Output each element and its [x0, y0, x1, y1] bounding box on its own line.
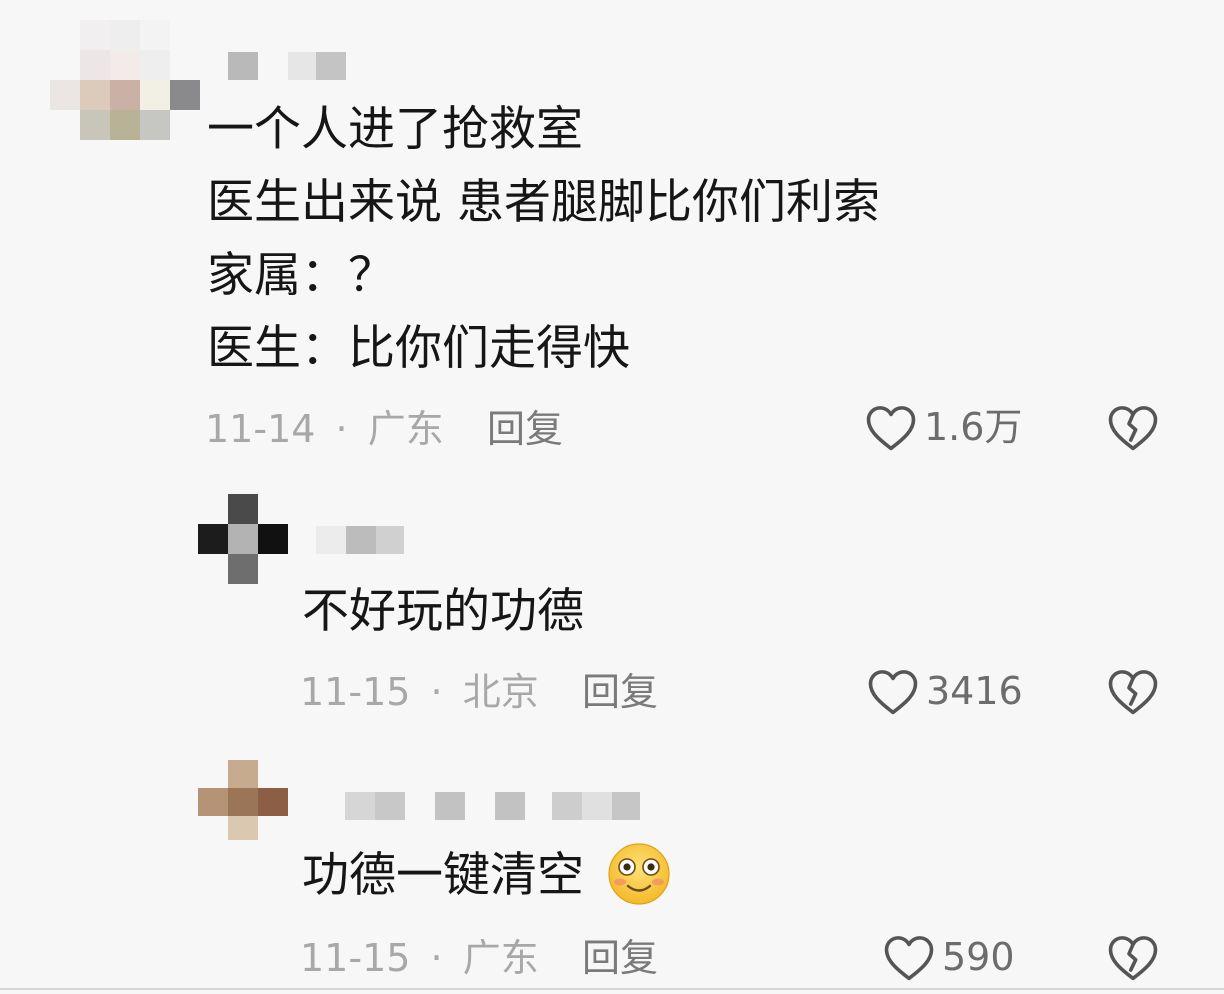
comment-date: 11-15 — [300, 936, 411, 980]
comment-meta: 11-15 · 北京 — [300, 667, 539, 717]
comment-location: 广东 — [462, 936, 539, 980]
comment-text-line: 医生出来说 患者腿脚比你们利索 — [207, 175, 880, 230]
reply-button[interactable]: 回复 — [582, 933, 658, 983]
reply-button[interactable]: 回复 — [582, 667, 658, 717]
comment-text-line: 不好玩的功德 — [302, 584, 584, 639]
comment-text-line: 家属：？ — [207, 248, 395, 303]
avatar[interactable] — [198, 494, 288, 584]
like-button[interactable]: 590 — [882, 932, 1015, 982]
separator-dot: · — [335, 407, 348, 451]
comment-text-line: 一个人进了抢救室 — [207, 102, 583, 157]
comment-text-line: 功德一键清空 — [302, 848, 584, 903]
dislike-button[interactable] — [1106, 666, 1160, 720]
comment-meta: 11-15 · 广东 — [300, 933, 539, 983]
like-count: 3416 — [926, 669, 1023, 713]
dislike-button[interactable] — [1106, 402, 1160, 456]
broken-heart-icon — [1108, 406, 1158, 451]
heart-outline-icon — [868, 670, 918, 715]
like-button[interactable]: 3416 — [866, 666, 1023, 716]
comment-meta: 11-14 · 广东 — [205, 404, 444, 454]
like-count: 1.6万 — [924, 405, 1023, 449]
username[interactable] — [228, 52, 348, 80]
avatar[interactable] — [198, 760, 288, 840]
bottom-divider — [0, 988, 1224, 990]
reply-button[interactable]: 回复 — [487, 404, 563, 454]
heart-outline-icon — [866, 406, 916, 451]
like-button[interactable]: 1.6万 — [864, 402, 1022, 452]
avatar[interactable] — [50, 20, 200, 140]
dislike-button[interactable] — [1106, 932, 1160, 986]
separator-dot: · — [430, 936, 443, 980]
separator-dot: · — [430, 670, 443, 714]
comment-text-line: 医生：比你们走得快 — [207, 321, 630, 376]
broken-heart-icon — [1108, 936, 1158, 981]
smiling-face-emoji — [606, 842, 672, 910]
username[interactable] — [316, 526, 406, 554]
broken-heart-icon — [1108, 670, 1158, 715]
username[interactable] — [345, 792, 645, 820]
like-count: 590 — [942, 935, 1015, 979]
heart-outline-icon — [884, 936, 934, 981]
comment-location: 北京 — [462, 670, 539, 714]
comment-location: 广东 — [367, 407, 444, 451]
comment-date: 11-14 — [205, 407, 316, 451]
comment-date: 11-15 — [300, 670, 411, 714]
